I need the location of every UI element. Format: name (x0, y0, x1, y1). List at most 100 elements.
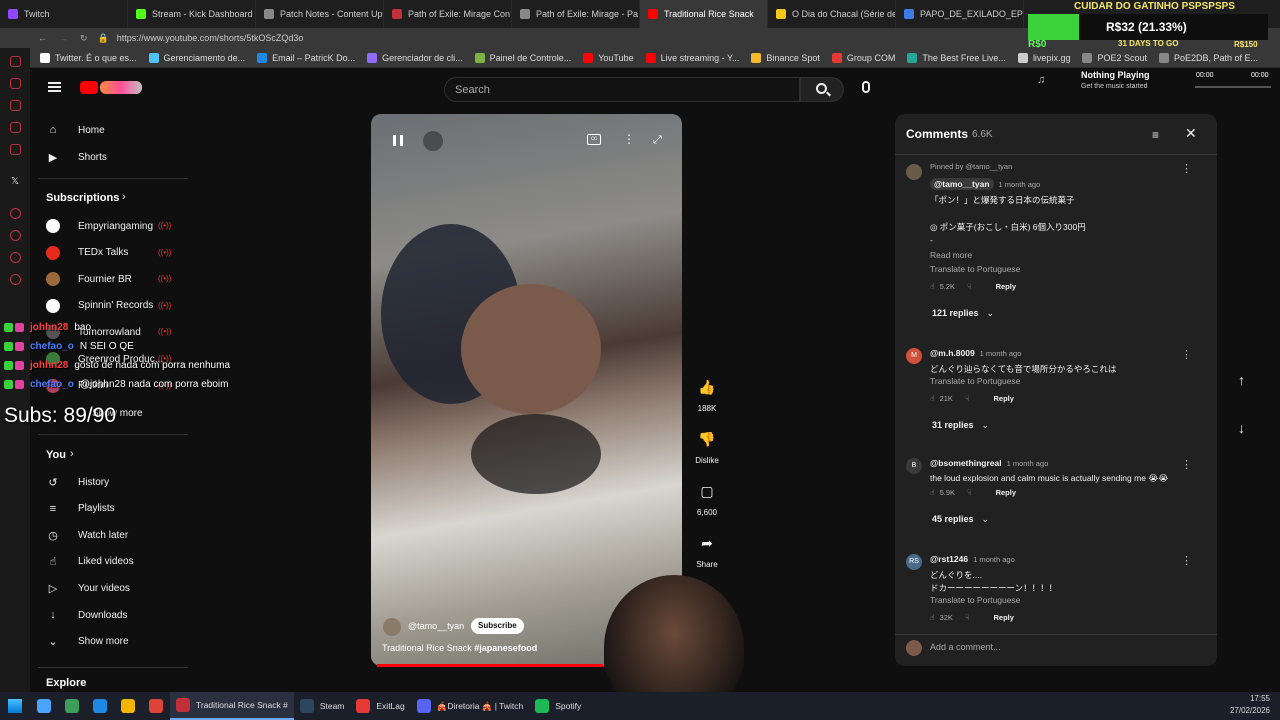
sidebar-item-downloads[interactable]: ↓ Downloads (46, 604, 127, 626)
more-options-icon[interactable]: ⋮ (623, 132, 635, 146)
bookmark-item[interactable]: YouTube (583, 52, 634, 63)
channel-avatar[interactable] (383, 618, 401, 636)
taskbar-app[interactable]: Traditional Rice Snack # (170, 692, 294, 720)
browser-tab[interactable]: Stream - Kick Dashboard (128, 0, 256, 28)
reply-button[interactable]: Reply (994, 394, 1014, 403)
comment-author[interactable]: @m.h.8009 (930, 348, 975, 358)
sidebar-item-shorts[interactable]: ▶ Shorts (46, 146, 107, 168)
thumbs-down-icon[interactable]: ☟ (965, 613, 970, 622)
sidebar-item-show-more[interactable]: ⌄ Show more (46, 631, 128, 653)
volume-icon[interactable] (423, 131, 443, 151)
sidebar-subscription[interactable]: Fournier BR (46, 268, 132, 290)
comment-menu-icon[interactable]: ⋮ (1181, 162, 1192, 175)
bookmark-item[interactable]: POE2 Scout (1082, 52, 1147, 63)
sidebar-app-icon[interactable] (10, 144, 21, 155)
sidebar-subscription[interactable]: Spinnin' Records (46, 295, 153, 317)
bookmark-item[interactable]: Binance Spot (751, 52, 820, 63)
sort-icon[interactable]: ≡ (1152, 128, 1159, 142)
sidebar-item-history[interactable]: ↺ History (46, 471, 109, 493)
commenter-avatar[interactable] (906, 164, 922, 180)
commenter-avatar[interactable]: RS (906, 554, 922, 570)
comments-button[interactable]: ▢ 6,600 (690, 482, 724, 517)
bookmark-item[interactable]: PoE2DB, Path of E... (1159, 52, 1258, 63)
taskbar-app[interactable]: Steam (294, 692, 351, 720)
sidebar-app-icon[interactable] (10, 56, 21, 67)
sidebar-item-your-videos[interactable]: ▷ Your videos (46, 577, 130, 599)
you-heading[interactable]: You (46, 449, 66, 461)
comment-menu-icon[interactable]: ⋮ (1181, 458, 1192, 471)
taskbar-app[interactable]: 🎪Diretoria 🎪 | Twitch (411, 692, 530, 720)
search-button[interactable] (800, 77, 844, 102)
add-comment-input[interactable]: Add a comment... (930, 642, 1001, 652)
translate-link[interactable]: Translate to Portuguese (930, 376, 1020, 386)
dislike-button[interactable]: 👎 Dislike (690, 430, 724, 465)
view-replies-button[interactable]: 45 replies ⌄ (932, 514, 989, 525)
close-icon[interactable]: ✕ (1185, 125, 1197, 142)
comment-menu-icon[interactable]: ⋮ (1181, 348, 1192, 361)
thumbs-up-icon[interactable]: ☝ (930, 613, 935, 622)
translate-link[interactable]: Translate to Portuguese (930, 595, 1020, 605)
fullscreen-icon[interactable]: ⤢ (653, 134, 662, 147)
subscriptions-heading[interactable]: Subscriptions (46, 192, 119, 204)
shorts-video[interactable]: cc ⋮ ⤢ @tamo__tyan Subscribe Traditional… (371, 114, 682, 666)
browser-tab[interactable]: O Dia do Chacal (Série de (768, 0, 896, 28)
sidebar-app-icon[interactable] (10, 274, 21, 285)
bookmark-item[interactable]: Group COM (831, 52, 895, 63)
sidebar-item-watch-later[interactable]: ◷ Watch later (46, 524, 128, 546)
comment-author[interactable]: @tamo__tyan (930, 178, 994, 190)
pause-icon[interactable] (393, 135, 403, 146)
forward-icon[interactable]: → (59, 33, 68, 43)
sidebar-subscription[interactable]: Empyriangaming (46, 215, 153, 237)
like-button[interactable]: 👍 188K (690, 378, 724, 413)
video-progress-bar[interactable] (377, 664, 603, 667)
thumbs-up-icon[interactable]: ☝ (930, 488, 935, 497)
reload-icon[interactable]: ↻ (80, 33, 88, 44)
comment-menu-icon[interactable]: ⋮ (1181, 554, 1192, 567)
pinned-app-icon[interactable] (142, 692, 170, 720)
sidebar-subscription[interactable]: TEDx Talks (46, 242, 128, 264)
browser-tab[interactable]: Patch Notes - Content Up (256, 0, 384, 28)
thumbs-up-icon[interactable]: ☝ (930, 394, 935, 403)
sidebar-app-icon[interactable] (10, 100, 21, 111)
view-replies-button[interactable]: 31 replies ⌄ (932, 420, 989, 431)
bookmark-item[interactable]: The Best Free Live... (907, 52, 1006, 63)
captions-icon[interactable]: cc (587, 134, 601, 145)
bookmark-item[interactable]: Live streaming - Y... (645, 52, 739, 63)
thumbs-down-icon[interactable]: ☟ (965, 394, 970, 403)
sidebar-app-icon[interactable] (10, 230, 21, 241)
url-field[interactable]: https://www.youtube.com/shorts/5tkOScZQd… (117, 33, 304, 43)
pinned-app-icon[interactable] (86, 692, 114, 720)
reply-button[interactable]: Reply (994, 613, 1014, 622)
reply-button[interactable]: Reply (996, 488, 1016, 497)
thumbs-down-icon[interactable]: ☟ (967, 282, 972, 291)
bookmark-item[interactable]: Twitter. É o que es... (40, 52, 137, 63)
youtube-logo[interactable] (80, 81, 98, 94)
bookmark-item[interactable]: Email – PatricK Do... (257, 52, 355, 63)
windows-start-icon[interactable] (0, 692, 30, 720)
bookmark-item[interactable]: livepix.gg (1017, 52, 1070, 63)
translate-link[interactable]: Translate to Portuguese (930, 264, 1020, 274)
browser-tab[interactable]: Path of Exile: Mirage - Pa (512, 0, 640, 28)
browser-tab[interactable]: PAPO_DE_EXILADO_EP_ (896, 0, 1024, 28)
sidebar-app-icon[interactable] (10, 252, 21, 263)
share-button[interactable]: ➦ Share (690, 534, 724, 569)
pinned-app-icon[interactable] (114, 692, 142, 720)
bookmark-item[interactable]: Gerenciamento de... (148, 52, 245, 63)
view-replies-button[interactable]: 121 replies ⌄ (932, 308, 994, 319)
x-icon[interactable]: 𝕏 (11, 176, 19, 187)
commenter-avatar[interactable]: M (906, 348, 922, 364)
pinned-app-icon[interactable] (58, 692, 86, 720)
microphone-icon[interactable] (862, 81, 870, 93)
bookmark-item[interactable]: Painel de Controle... (474, 52, 571, 63)
sidebar-app-icon[interactable] (10, 78, 21, 89)
commenter-avatar[interactable]: B (906, 458, 922, 474)
back-icon[interactable]: ← (38, 33, 47, 43)
read-more-link[interactable]: Read more (930, 250, 972, 260)
sidebar-item-home[interactable]: ⌂ Home (46, 119, 105, 141)
thumbs-down-icon[interactable]: ☟ (967, 488, 972, 497)
search-input[interactable]: Search (444, 77, 800, 102)
comment-author[interactable]: @bsomethingreal (930, 458, 1002, 468)
channel-name[interactable]: @tamo__tyan (408, 621, 464, 631)
sidebar-app-icon[interactable] (10, 208, 21, 219)
browser-tab[interactable]: Path of Exile: Mirage Con (384, 0, 512, 28)
